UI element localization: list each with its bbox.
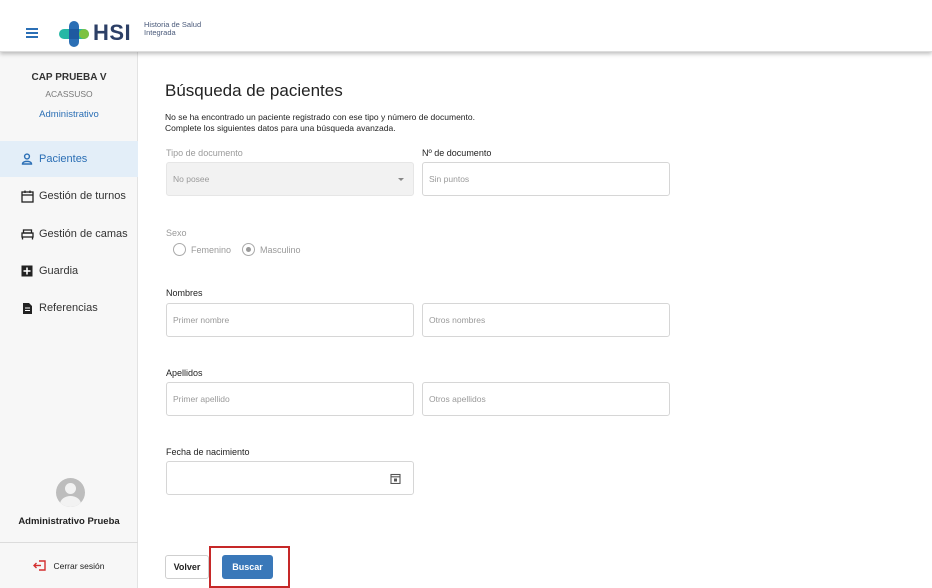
user-name: Administrativo Prueba bbox=[18, 516, 120, 527]
first-name-field[interactable]: Primer nombre bbox=[166, 303, 414, 337]
other-names-field[interactable]: Otros nombres bbox=[422, 303, 670, 337]
chevron-down-icon bbox=[398, 178, 404, 181]
doc-type-value: No posee bbox=[173, 174, 210, 184]
first-name-placeholder: Primer nombre bbox=[173, 315, 230, 325]
plus-box-icon bbox=[20, 264, 34, 278]
sidebar-item-label: Gestión de turnos bbox=[39, 190, 126, 202]
sidebar-item-pacientes[interactable]: Pacientes bbox=[0, 141, 138, 177]
logo-text: HSI bbox=[93, 20, 132, 45]
logout-label: Cerrar sesión bbox=[53, 560, 105, 571]
document-icon bbox=[20, 301, 34, 315]
person-icon bbox=[20, 152, 34, 166]
sidebar-item-camas[interactable]: Gestión de camas bbox=[0, 216, 138, 252]
radio-masculino[interactable] bbox=[242, 243, 256, 256]
radio-femenino[interactable] bbox=[173, 243, 186, 256]
sidebar-item-turnos[interactable]: Gestión de turnos bbox=[0, 178, 138, 214]
doc-number-label: Nº de documento bbox=[422, 148, 492, 158]
search-button[interactable]: Buscar bbox=[222, 555, 273, 579]
doc-number-field[interactable]: Sin puntos bbox=[422, 162, 670, 196]
radio-label-masculino: Masculino bbox=[260, 244, 301, 255]
names-label: Nombres bbox=[166, 288, 203, 298]
avatar bbox=[56, 478, 85, 507]
birthdate-label: Fecha de nacimiento bbox=[166, 447, 250, 457]
sidebar-item-referencias[interactable]: Referencias bbox=[0, 290, 138, 326]
first-surname-field[interactable]: Primer apellido bbox=[166, 382, 414, 416]
logo-subtitle: Historia de Salud Integrada bbox=[144, 21, 201, 37]
calendar-icon[interactable] bbox=[390, 473, 401, 484]
institution-location: ACASSUSO bbox=[45, 89, 93, 99]
birthdate-field[interactable] bbox=[166, 461, 414, 495]
calendar-icon bbox=[20, 189, 34, 203]
info-message-line1: No se ha encontrado un paciente registra… bbox=[165, 112, 475, 122]
doc-number-placeholder: Sin puntos bbox=[429, 174, 470, 184]
menu-icon[interactable] bbox=[26, 28, 38, 38]
info-message-line2: Complete los siguientes datos para una b… bbox=[165, 123, 396, 133]
bed-icon bbox=[20, 227, 34, 241]
logout-button[interactable]: Cerrar sesión bbox=[0, 560, 138, 571]
other-surnames-field[interactable]: Otros apellidos bbox=[422, 382, 670, 416]
user-role: Administrativo bbox=[39, 109, 99, 120]
other-names-placeholder: Otros nombres bbox=[429, 315, 486, 325]
radio-label-femenino: Femenino bbox=[191, 244, 232, 255]
sidebar-item-label: Gestión de camas bbox=[39, 228, 128, 240]
sidebar-item-label: Guardia bbox=[39, 265, 79, 277]
sidebar-item-label: Pacientes bbox=[39, 153, 88, 165]
hsi-logo-icon bbox=[59, 21, 89, 47]
sex-label: Sexo bbox=[166, 228, 187, 238]
sex-radio-group: Femenino Masculino bbox=[173, 243, 312, 256]
first-surname-placeholder: Primer apellido bbox=[173, 394, 230, 404]
sidebar-item-guardia[interactable]: Guardia bbox=[0, 253, 138, 289]
other-surnames-placeholder: Otros apellidos bbox=[429, 394, 486, 404]
sidebar: CAP PRUEBA V ACASSUSO Administrativo Pac… bbox=[0, 52, 138, 588]
back-button[interactable]: Volver bbox=[165, 555, 209, 579]
doc-type-select[interactable]: No posee bbox=[166, 162, 414, 196]
surnames-label: Apellidos bbox=[166, 368, 203, 378]
doc-type-label: Tipo de documento bbox=[166, 148, 243, 158]
sidebar-item-label: Referencias bbox=[39, 302, 98, 314]
logo-subtitle-line2: Integrada bbox=[144, 28, 176, 37]
page-title: Búsqueda de pacientes bbox=[165, 81, 343, 100]
main-content: Búsqueda de pacientes No se ha encontrad… bbox=[139, 52, 932, 588]
info-message: No se ha encontrado un paciente registra… bbox=[165, 112, 475, 134]
logout-icon bbox=[33, 560, 47, 571]
top-bar: HSI Historia de Salud Integrada bbox=[0, 0, 932, 52]
divider bbox=[0, 542, 138, 543]
institution-name: CAP PRUEBA V bbox=[31, 72, 107, 83]
